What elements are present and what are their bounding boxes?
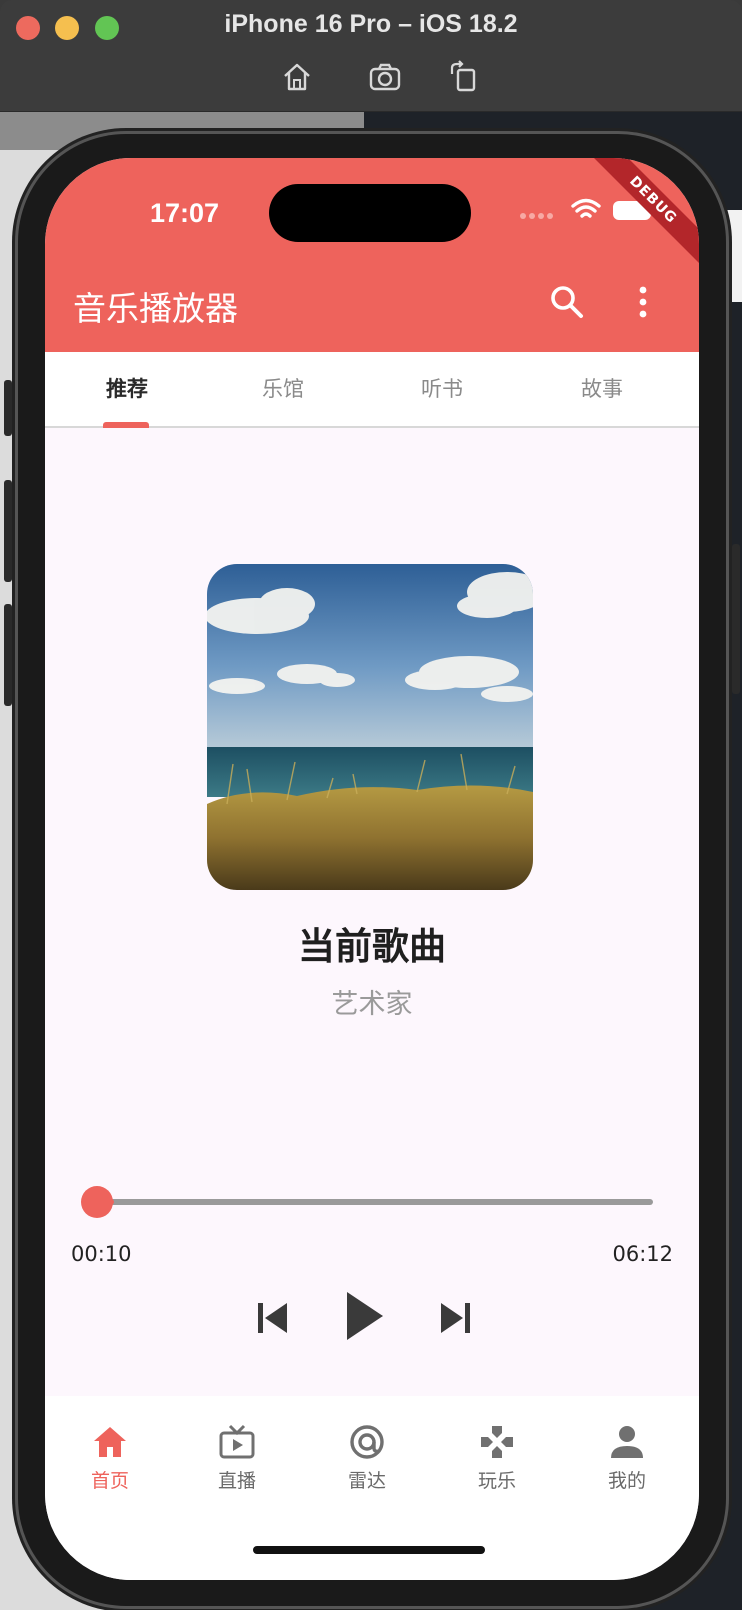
simulator-title: iPhone 16 Pro – iOS 18.2 (224, 10, 518, 38)
dynamic-island (269, 184, 471, 242)
play-icon[interactable] (339, 1288, 387, 1344)
nav-play-label: 玩乐 (477, 1470, 516, 1492)
nav-mine-label: 我的 (607, 1470, 646, 1492)
song-artist: 艺术家 (331, 989, 413, 1020)
home-icon[interactable] (280, 60, 314, 94)
total-time: 06:12 (612, 1242, 673, 1266)
app-title: 音乐播放器 (73, 289, 238, 328)
nav-home[interactable]: 首页 (45, 1396, 175, 1506)
more-vert-icon[interactable] (623, 282, 663, 322)
volume-up-button (4, 480, 12, 582)
live-tv-icon (219, 1424, 255, 1459)
action-button (4, 380, 12, 436)
skip-previous-icon[interactable] (255, 1298, 291, 1338)
wifi-icon (571, 198, 601, 218)
progress-thumb[interactable] (81, 1186, 113, 1218)
simulator-title-bar: iPhone 16 Pro – iOS 18.2 (0, 0, 742, 112)
nav-live[interactable]: 直播 (172, 1396, 302, 1506)
search-icon[interactable] (547, 282, 587, 322)
rotate-icon[interactable] (448, 60, 482, 94)
iphone-frame: 17:07 DEBUG 音乐播放器 推荐 乐馆 听书 故事 当前歌曲 艺术家 0… (4, 134, 740, 1606)
power-button (732, 544, 740, 694)
cellular-signal-icon (520, 213, 553, 219)
tab-recommend[interactable]: 推荐 (45, 352, 209, 428)
phone-screen: 17:07 DEBUG 音乐播放器 推荐 乐馆 听书 故事 当前歌曲 艺术家 0… (45, 158, 699, 1580)
status-time: 17:07 (150, 198, 220, 228)
person-icon (611, 1426, 643, 1458)
camera-icon[interactable] (368, 60, 402, 94)
volume-down-button (4, 604, 12, 706)
song-title: 当前歌曲 (298, 925, 446, 968)
app-header: 17:07 DEBUG 音乐播放器 (45, 158, 699, 352)
skip-next-icon[interactable] (437, 1298, 473, 1338)
game-icon (481, 1426, 513, 1458)
current-time: 00:10 (71, 1242, 132, 1266)
nav-radar-label: 雷达 (347, 1470, 386, 1492)
home-icon (94, 1427, 126, 1457)
album-cover[interactable] (207, 564, 533, 890)
player-panel: 当前歌曲 艺术家 00:10 06:12 (45, 430, 699, 1402)
nav-live-label: 直播 (217, 1470, 256, 1492)
progress-slider[interactable] (99, 1199, 653, 1205)
home-indicator (253, 1546, 485, 1554)
radar-icon (350, 1425, 384, 1459)
album-cover-image (207, 564, 533, 890)
nav-home-label: 首页 (90, 1470, 129, 1492)
tab-audiobook[interactable]: 听书 (360, 352, 524, 428)
nav-mine[interactable]: 我的 (562, 1396, 692, 1506)
tab-indicator (103, 422, 149, 428)
category-tabs: 推荐 乐馆 听书 故事 (45, 352, 699, 428)
nav-radar[interactable]: 雷达 (302, 1396, 432, 1506)
nav-play[interactable]: 玩乐 (432, 1396, 562, 1506)
tab-stories[interactable]: 故事 (520, 352, 684, 428)
tab-music-hall[interactable]: 乐馆 (201, 352, 365, 428)
